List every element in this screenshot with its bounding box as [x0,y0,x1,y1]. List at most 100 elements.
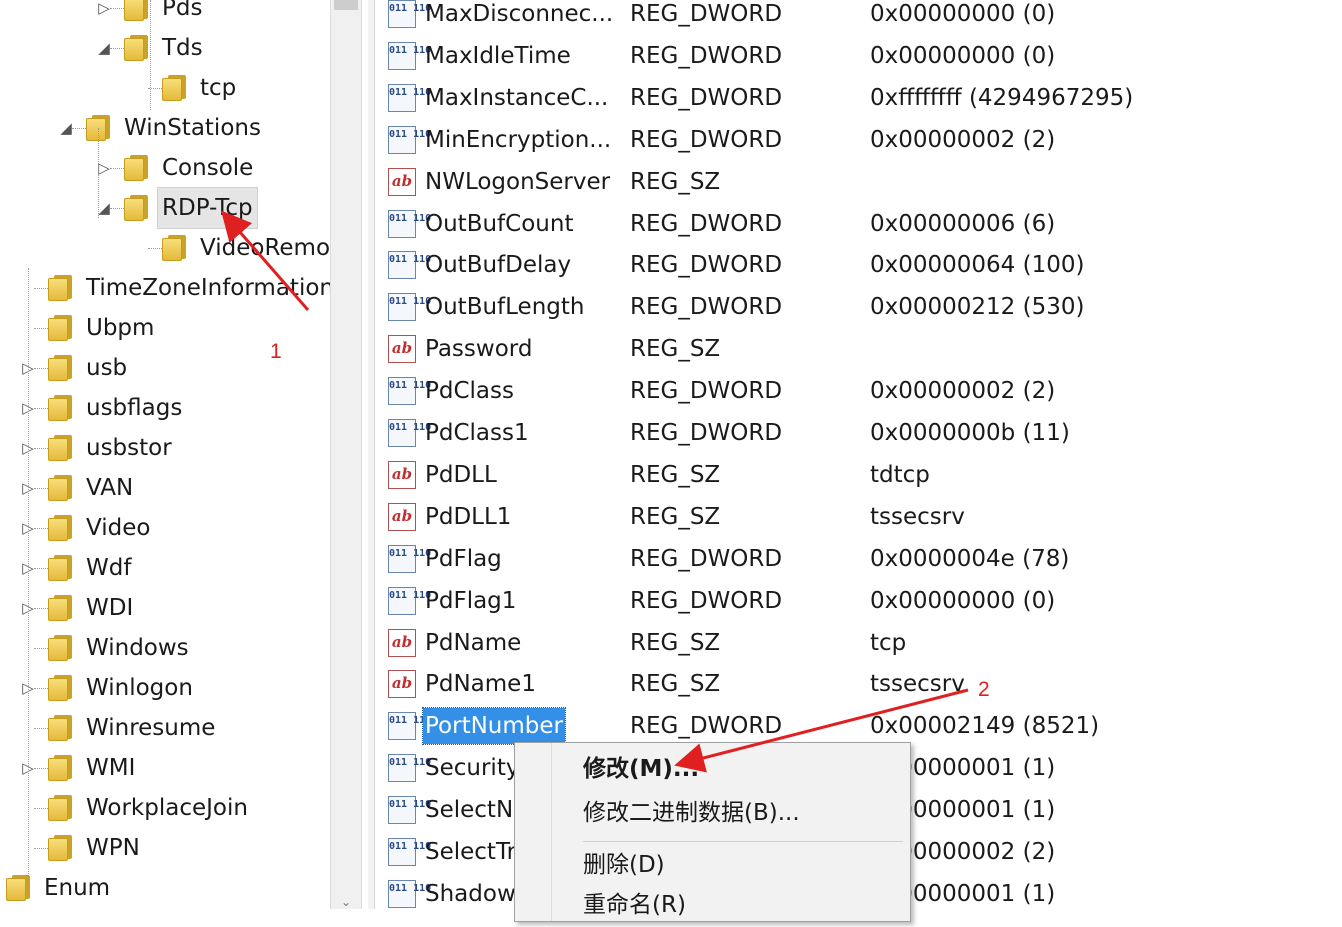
tree-connector [148,248,162,249]
value-type: REG_SZ [630,503,721,530]
tree-connector [34,488,48,489]
value-type: REG_DWORD [630,420,783,446]
tree-node-label: WorkplaceJoin [86,795,248,821]
tree-node[interactable]: TimeZoneInformation [0,268,330,308]
tree-node[interactable]: ▷ Pds [0,0,330,28]
value-row[interactable]: 011 110 MinEncryption... REG_DWORD 0x000000… [376,122,1342,164]
tree-node-label: Tds [162,35,203,61]
tree-node[interactable]: ▷ Wdf [0,548,330,588]
tree-node[interactable]: ▷ usbstor [0,428,330,468]
tree-guide-line [150,0,151,110]
tree-node[interactable]: Windows [0,628,330,668]
tree-connector [34,728,48,729]
tree-node[interactable]: ▷ VAN [0,468,330,508]
scrollbar-thumb[interactable] [334,0,358,10]
binary-value-icon: 011 110 [388,251,431,280]
tree-node-label: usbflags [86,395,183,421]
tree-node[interactable]: ▷ Console [0,148,330,188]
folder-icon [124,35,150,61]
tree-node[interactable]: ◢ RDP-Tcp [0,187,330,229]
value-type: REG_DWORD [630,587,783,614]
folder-icon [48,715,74,741]
tree-node[interactable]: ▷ WMI [0,748,330,788]
registry-tree-pane[interactable]: ▷ Pds ◢ Tds tcp ◢ WinStations ▷ Console ◢ RDP-Tcp V… [0,0,330,909]
tree-node-label: VAN [86,475,134,501]
collapse-arrow-icon[interactable]: ◢ [58,108,74,148]
value-row[interactable]: 011 110 MaxInstanceC... REG_DWORD 0xfffffff… [376,80,1342,122]
value-type: REG_DWORD [630,252,783,279]
value-row[interactable]: 011 110 PdClass1 REG_DWORD 0x0000000b (11) [376,415,1342,457]
tree-node-label: usbstor [86,435,172,461]
tree-node[interactable]: ▷ Video [0,508,330,548]
annotation-marker-1: 1 [270,340,282,363]
string-value-icon: ab [388,167,416,196]
tree-node-label: Console [162,155,254,181]
value-row[interactable]: 011 110 PdClass REG_DWORD 0x00000002 (2) [376,373,1342,415]
value-name: Shadow [425,880,516,907]
tree-guide-line [98,128,99,218]
value-row[interactable]: 011 110 OutBufCount REG_DWORD 0x00000006 (6… [376,206,1342,248]
menu-item-modify[interactable]: 修改(M)... [515,747,910,791]
tree-node[interactable]: WPN [0,828,330,868]
pane-splitter[interactable] [368,0,375,909]
folder-icon [48,315,74,341]
value-row[interactable]: 011 110 PdFlag REG_DWORD 0x0000004e (78) [376,541,1342,583]
menu-item-modify-label: 修改(M)... [583,756,700,782]
value-row[interactable]: 011 110 MaxDisconnec... REG_DWORD 0x0000000… [376,0,1342,38]
tree-node[interactable]: Winresume [0,708,330,748]
binary-value-icon: 011 110 [388,209,431,238]
folder-icon [48,435,74,461]
string-value-icon: ab [388,670,416,699]
value-row[interactable]: 011 110 OutBufDelay REG_DWORD 0x00000064 (1… [376,247,1342,289]
value-row[interactable]: ab PdName1 REG_SZ tssecsrv [376,666,1342,708]
menu-item-modify-binary[interactable]: 修改二进制数据(B)... [515,791,910,835]
value-data: tssecsrv [870,503,965,530]
tree-connector [34,848,48,849]
tree-node[interactable]: ◢ Tds [0,28,330,68]
value-row[interactable]: ab PdDLL REG_SZ tdtcp [376,457,1342,499]
value-name: Security [425,755,520,782]
tree-guide-line [28,268,29,888]
value-name: Password [425,336,533,363]
tree-node-label: tcp [200,75,237,101]
value-name: MaxInstanceC... [425,84,609,111]
value-name: PdDLL [425,461,497,488]
tree-node[interactable]: Enum [0,868,330,908]
menu-item-rename[interactable]: 重命名(R) [515,883,910,927]
tree-node[interactable]: ▷ Winlogon [0,668,330,708]
folder-icon [48,755,74,781]
value-type: REG_SZ [630,461,721,488]
scroll-down-arrow-icon[interactable]: ⌄ [331,895,361,909]
collapse-arrow-icon[interactable]: ◢ [96,28,112,68]
tree-node-label: VideoRemo [200,235,330,261]
value-row[interactable]: ab PdDLL1 REG_SZ tssecsrv [376,499,1342,541]
value-row[interactable]: 011 110 OutBufLength REG_DWORD 0x00000212 (… [376,289,1342,331]
tree-connector [34,648,48,649]
value-row[interactable]: 011 110 PdFlag1 REG_DWORD 0x00000000 (0) [376,583,1342,625]
folder-icon [48,835,74,861]
menu-item-modify-binary-label: 修改二进制数据(B)... [583,800,800,826]
tree-node[interactable]: WorkplaceJoin [0,788,330,828]
menu-item-delete[interactable]: 删除(D) [515,843,910,887]
value-data: 0x00000002 (2) [870,378,1056,405]
tree-node[interactable]: ◢ WinStations [0,108,330,148]
binary-value-icon: 011 110 [388,125,431,154]
value-row[interactable]: ab NWLogonServer REG_SZ [376,164,1342,206]
context-menu[interactable]: 修改(M)... 修改二进制数据(B)... 删除(D) 重命名(R) [514,742,911,922]
value-row[interactable]: ab PdName REG_SZ tcp [376,625,1342,667]
value-data: 0x00000212 (530) [870,294,1085,321]
tree-node[interactable]: ▷ usbflags [0,388,330,428]
binary-value-icon: 011 110 [388,879,431,908]
tree-node[interactable]: tcp [0,68,330,108]
tree-node-label: Video [86,515,151,541]
tree-node-label: WDI [86,595,134,621]
tree-node[interactable]: VideoRemo [0,228,330,268]
tree-scrollbar[interactable]: ⌄ [330,0,362,909]
expand-arrow-icon[interactable]: ▷ [96,0,112,28]
value-row[interactable]: ab Password REG_SZ [376,331,1342,373]
value-name: SelectTr [425,839,517,865]
folder-icon [48,675,74,701]
value-data: tdtcp [870,461,930,488]
tree-node[interactable]: ▷ WDI [0,588,330,628]
value-row[interactable]: 011 110 MaxIdleTime REG_DWORD 0x00000000 (0… [376,38,1342,80]
